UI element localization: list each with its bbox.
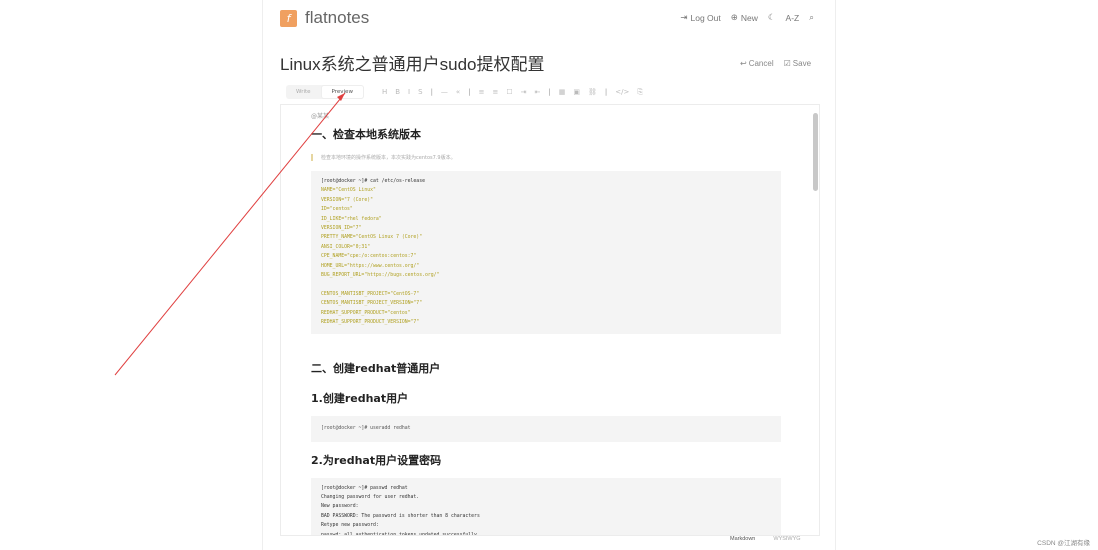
code-line: New password: [321, 504, 359, 510]
save-label: Save [792, 59, 812, 68]
preview-pane[interactable]: @某某 一、检查本地系统版本 检查本地环境的操作系统版本，本次实践为centos… [280, 104, 820, 536]
code-line: ID_LIKE="rhel fedora" [321, 216, 382, 222]
toolbar-tool-10-icon[interactable]: ⇤ [534, 88, 540, 96]
checkbox-icon: ☑ [783, 59, 791, 68]
toolbar-tool-13-icon[interactable]: ⛓ [588, 88, 597, 96]
document-content: @某某 一、检查本地系统版本 检查本地环境的操作系统版本，本次实践为centos… [311, 111, 781, 536]
dark-mode-button[interactable]: ☾ [768, 12, 776, 23]
code-line: [root@docker ~]# cat /etc/os-release [321, 179, 425, 184]
sort-label: A-Z [785, 12, 800, 23]
code-line: BAD PASSWORD: The password is shorter th… [321, 513, 480, 519]
code-line: [root@docker ~]# passwd redhat [321, 485, 408, 491]
toolbar-tool-11-icon[interactable]: ▦ [559, 88, 566, 96]
toolbar-tool-1-icon[interactable]: B [395, 88, 400, 96]
toolbar-separator: | [468, 88, 471, 96]
code-line: PRETTY_NAME="CentOS Linux 7 (Core)" [321, 235, 423, 241]
tab-wysiwyg[interactable]: WYSIWYG [773, 536, 800, 542]
watermark: CSDN @江湖有缘 [1037, 540, 1090, 547]
toolbar-tool-8-icon[interactable]: ☐ [506, 88, 512, 96]
logout-button[interactable]: ⇥ Log Out [680, 12, 720, 23]
new-label: New [740, 12, 758, 23]
blockquote: 检查本地环境的操作系统版本，本次实践为centos7.9版本。 [311, 154, 781, 161]
note-actions: ↩ Cancel ☑ Save [740, 59, 811, 68]
code-block-useradd: [root@docker ~]# useradd redhat [311, 415, 781, 442]
code-line: VERSION="7 (Core)" [321, 197, 373, 203]
toolbar-separator: | [548, 88, 551, 96]
code-line: CENTOS_MANTISBT_PROJECT="CentOS-7" [321, 291, 420, 297]
toolbar-tool-5-icon[interactable]: « [456, 88, 460, 96]
toolbar-tool-7-icon[interactable]: ≡ [492, 88, 498, 96]
sort-button[interactable]: A-Z [786, 13, 800, 23]
logout-label: Log Out [690, 12, 721, 23]
code-line: BUG_REPORT_URL="https://bugs.centos.org/… [321, 273, 440, 279]
code-line: REDHAT_SUPPORT_PRODUCT_VERSION="7" [321, 320, 420, 326]
undo-icon: ↩ [740, 59, 747, 68]
logo-icon: f [280, 9, 297, 27]
formatting-tools: H B I S | — « | ≡ ≡ ☐ ⇥ ⇤ | ▦ ▣ ⛓ | </> ⎘ [382, 88, 643, 97]
search-button[interactable]: ⌕ [809, 12, 814, 23]
toolbar-tool-0-icon[interactable]: H [382, 88, 387, 96]
heading-create-redhat: 1.创建redhat用户 [311, 391, 409, 405]
toolbar-tool-14-icon[interactable]: </> [615, 88, 629, 96]
app-name: flatnotes [305, 8, 370, 27]
tab-preview[interactable]: Preview [320, 85, 364, 99]
editor-tabs: Write Preview [286, 85, 364, 99]
toolbar-tool-12-icon[interactable]: ▣ [573, 88, 580, 96]
cancel-button[interactable]: ↩ Cancel [740, 59, 774, 68]
toolbar-separator: | [604, 88, 608, 96]
search-icon: ⌕ [809, 12, 814, 22]
code-block-passwd: [root@docker ~]# passwd redhat Changing p… [311, 477, 781, 536]
top-nav: ⇥ Log Out ⊕ New ☾ A-Z ⌕ [680, 12, 814, 23]
code-line: Retype new password: [321, 523, 379, 529]
editor-toolbar: Write Preview H B I S | — « | ≡ ≡ ☐ ⇥ ⇤ | ▦ ▣ ⛓ | </> ⎘ [280, 82, 817, 102]
tab-markdown[interactable]: Markdown [730, 536, 755, 542]
code-line: Changing password for user redhat. [321, 494, 420, 500]
scrollbar[interactable] [812, 111, 819, 529]
tab-write[interactable]: Write [286, 85, 321, 99]
code-line: HOME_URL="https://www.centos.org/" [321, 263, 420, 269]
heading-create-user: 二、创建redhat普通用户 [311, 361, 441, 375]
code-line: CPE_NAME="cpe:/o:centos:centos:7" [321, 254, 417, 260]
logout-icon: ⇥ [680, 12, 688, 22]
editor-mode-tabs: Markdown WYSIWYG [730, 536, 801, 542]
code-line: CENTOS_MANTISBT_PROJECT_VERSION="7" [321, 301, 423, 307]
code-line: passwd: all authentication tokens update… [321, 532, 480, 536]
code-line: ANSI_COLOR="0;31" [321, 244, 371, 250]
scroll-thumb[interactable] [813, 113, 818, 191]
cancel-label: Cancel [748, 59, 774, 68]
toolbar-tool-2-icon[interactable]: I [408, 88, 410, 96]
code-line: ID="centos" [321, 207, 353, 213]
toolbar-tool-3-icon[interactable]: S [418, 88, 422, 96]
code-line: REDHAT_SUPPORT_PRODUCT="centos" [321, 310, 411, 316]
heading-set-password: 2.为redhat用户设置密码 [311, 453, 442, 467]
app-logo[interactable]: f flatnotes [280, 8, 369, 28]
plus-circle-icon: ⊕ [730, 12, 738, 22]
heading-check-version: 一、检查本地系统版本 [311, 128, 421, 141]
note-title: Linux系统之普通用户sudo提权配置 [280, 55, 545, 74]
code-line: VERSION_ID="7" [321, 226, 362, 232]
moon-icon: ☾ [767, 12, 776, 22]
code-block-os-release: [root@docker ~]# cat /etc/os-release NAME… [311, 171, 781, 334]
code-line: NAME="CentOS Linux" [321, 188, 376, 194]
new-note-button[interactable]: ⊕ New [731, 12, 758, 23]
toolbar-tool-9-icon[interactable]: ⇥ [521, 88, 527, 96]
save-button[interactable]: ☑ Save [784, 59, 811, 68]
toolbar-tool-15-icon[interactable]: ⎘ [637, 88, 643, 97]
toolbar-tool-6-icon[interactable]: ≡ [479, 88, 485, 96]
toolbar-tool-4-icon[interactable]: — [441, 88, 448, 96]
toolbar-separator: | [430, 88, 433, 96]
author-mention[interactable]: @某某 [311, 111, 781, 120]
